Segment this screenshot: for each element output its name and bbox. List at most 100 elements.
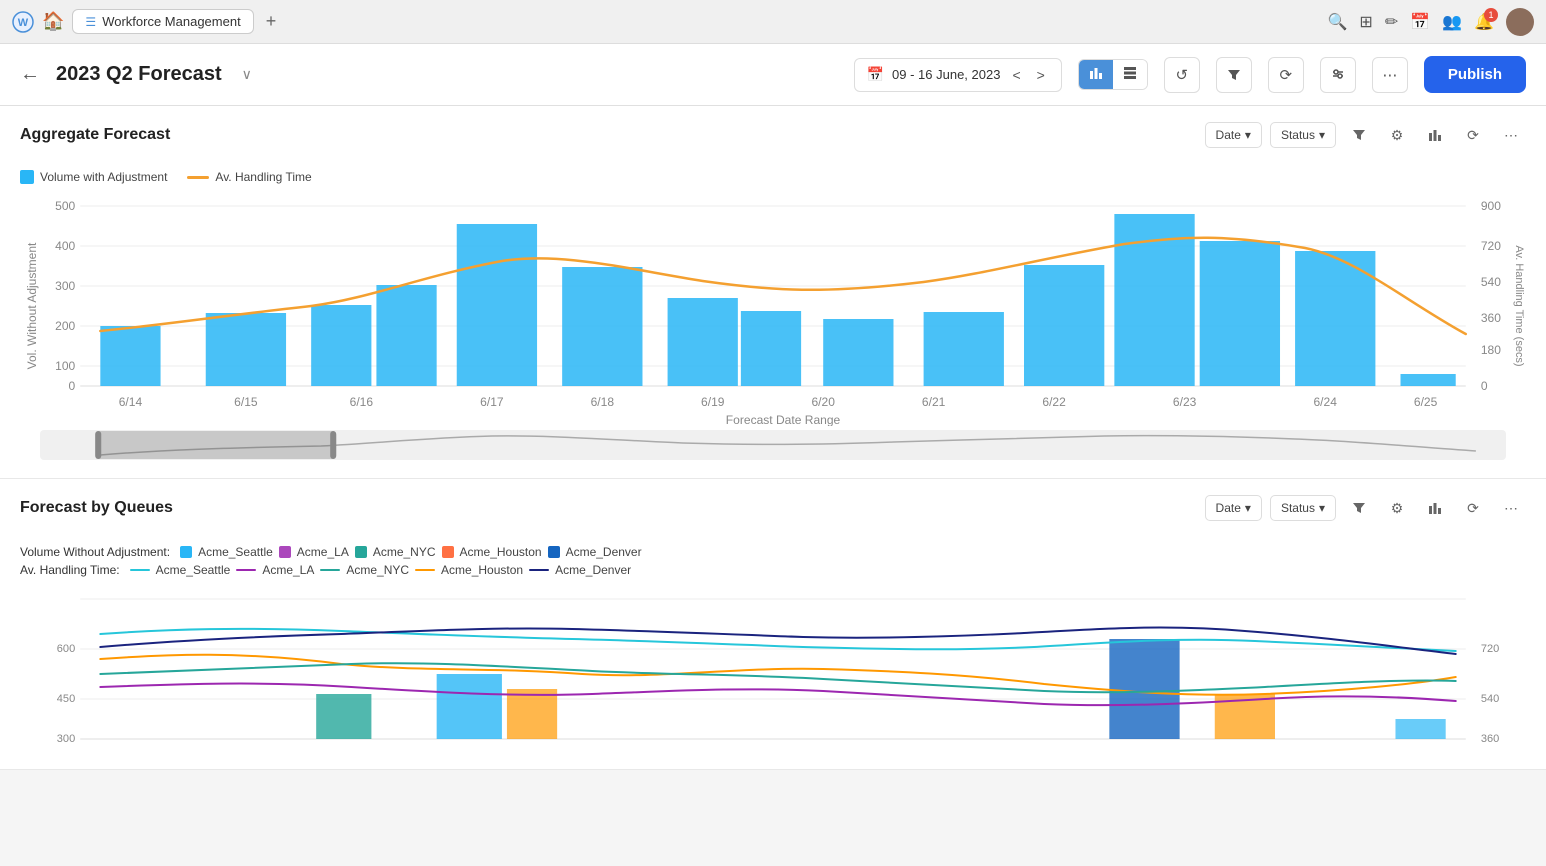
home-icon[interactable]: 🏠 [42, 11, 64, 32]
queue-legend: Volume Without Adjustment: Acme_Seattle … [0, 537, 1546, 579]
status-filter-chevron: ▾ [1319, 128, 1325, 142]
notification-icon[interactable]: 🔔 1 [1474, 12, 1494, 32]
svg-text:W: W [18, 17, 29, 29]
queues-date-filter[interactable]: Date ▾ [1205, 495, 1262, 521]
date-range-picker[interactable]: 📅 09 - 16 June, 2023 < > [854, 58, 1062, 92]
aggregate-chart-icon[interactable] [1420, 120, 1450, 150]
nyc-handling-label: Acme_NYC [346, 563, 409, 577]
svg-text:6/14: 6/14 [119, 395, 143, 409]
legend-handling-line [187, 176, 209, 179]
svg-text:6/15: 6/15 [234, 395, 258, 409]
svg-text:400: 400 [55, 239, 75, 253]
houston-handling-line [415, 569, 435, 571]
svg-text:0: 0 [1481, 379, 1488, 393]
aggregate-svg: 0 100 200 300 400 500 0 180 360 540 720 … [20, 186, 1526, 426]
queues-status-label: Status [1281, 501, 1315, 515]
svg-text:6/24: 6/24 [1313, 395, 1337, 409]
svg-text:6/21: 6/21 [922, 395, 946, 409]
undo-button[interactable]: ↺ [1164, 57, 1200, 93]
svg-text:6/20: 6/20 [811, 395, 835, 409]
queues-status-filter[interactable]: Status ▾ [1270, 495, 1336, 521]
queues-date-chevron: ▾ [1245, 501, 1251, 515]
svg-text:6/16: 6/16 [350, 395, 374, 409]
legend-volume: Volume with Adjustment [20, 170, 167, 184]
seattle-volume-dot [180, 546, 192, 558]
calendar-icon[interactable]: 📅 [1410, 12, 1430, 32]
queues-more-icon[interactable]: ⋯ [1496, 493, 1526, 523]
date-next-button[interactable]: > [1033, 65, 1049, 85]
svg-text:6/19: 6/19 [701, 395, 725, 409]
queues-settings-icon[interactable]: ⚙ [1382, 493, 1412, 523]
svg-text:720: 720 [1481, 239, 1501, 253]
queues-chart-icon[interactable] [1420, 493, 1450, 523]
view-toggle [1078, 59, 1148, 90]
bar-view-button[interactable] [1079, 60, 1113, 89]
aggregate-settings-icon[interactable]: ⚙ [1382, 120, 1412, 150]
denver-volume-dot [548, 546, 560, 558]
browser-tab[interactable]: ☰ Workforce Management [72, 9, 253, 34]
queue-volume-label: Volume Without Adjustment: [20, 545, 170, 559]
back-button[interactable]: ← [20, 63, 40, 86]
edit-icon[interactable]: ✏ [1385, 12, 1398, 32]
legend-volume-label: Volume with Adjustment [40, 170, 167, 184]
la-volume-label: Acme_LA [297, 545, 349, 559]
svg-text:Av. Handling Time (secs): Av. Handling Time (secs) [1513, 245, 1525, 366]
title-chevron[interactable]: ∨ [242, 66, 252, 83]
table-view-button[interactable] [1113, 60, 1147, 89]
aggregate-date-filter[interactable]: Date ▾ [1205, 122, 1262, 148]
publish-button[interactable]: Publish [1424, 56, 1526, 93]
svg-text:720: 720 [1481, 643, 1499, 655]
nyc-handling-line [320, 569, 340, 571]
aggregate-filter-icon[interactable] [1344, 120, 1374, 150]
aggregate-refresh-icon[interactable]: ⟳ [1458, 120, 1488, 150]
search-icon[interactable]: 🔍 [1328, 12, 1348, 32]
avatar[interactable] [1506, 8, 1534, 36]
queues-title: Forecast by Queues [20, 499, 173, 517]
date-range-icon: 📅 [867, 66, 884, 83]
apps-icon[interactable]: ⊞ [1359, 12, 1372, 32]
svg-text:600: 600 [57, 643, 75, 655]
refresh-button[interactable]: ⟳ [1268, 57, 1304, 93]
date-prev-button[interactable]: < [1008, 65, 1024, 85]
adjust-button[interactable] [1320, 57, 1356, 93]
svg-text:0: 0 [69, 379, 76, 393]
legend-handling: Av. Handling Time [187, 170, 311, 184]
aggregate-forecast-section: Aggregate Forecast Date ▾ Status ▾ ⚙ ⟳ ⋯… [0, 106, 1546, 479]
tab-icon: ☰ [85, 15, 96, 29]
add-tab-button[interactable]: + [266, 11, 277, 32]
filter-button[interactable] [1216, 57, 1252, 93]
aggregate-chart: 0 100 200 300 400 500 0 180 360 540 720 … [20, 186, 1526, 426]
houston-volume-label: Acme_Houston [460, 545, 542, 559]
users-icon[interactable]: 👥 [1442, 12, 1462, 32]
queues-date-label: Date [1216, 501, 1241, 515]
svg-text:500: 500 [55, 199, 75, 213]
denver-handling-line [529, 569, 549, 571]
aggregate-status-filter[interactable]: Status ▾ [1270, 122, 1336, 148]
seattle-volume-label: Acme_Seattle [198, 545, 273, 559]
aggregate-minimap[interactable] [20, 426, 1526, 468]
date-filter-label: Date [1216, 128, 1241, 142]
svg-text:180: 180 [1481, 343, 1501, 357]
queues-chart: 300 450 600 360 540 720 [20, 579, 1526, 769]
la-handling-line [236, 569, 256, 571]
svg-text:Forecast Date Range: Forecast Date Range [726, 413, 841, 426]
svg-text:300: 300 [55, 279, 75, 293]
more-options-button[interactable]: ⋯ [1372, 57, 1408, 93]
notification-badge: 1 [1484, 8, 1498, 22]
queues-svg: 300 450 600 360 540 720 [20, 579, 1526, 769]
svg-text:6/17: 6/17 [480, 395, 504, 409]
queues-refresh-icon[interactable]: ⟳ [1458, 493, 1488, 523]
queues-filter-icon[interactable] [1344, 493, 1374, 523]
browser-logo: W [12, 11, 34, 33]
la-volume-dot [279, 546, 291, 558]
svg-text:540: 540 [1481, 693, 1499, 705]
queues-section: Forecast by Queues Date ▾ Status ▾ ⚙ ⟳ ⋯… [0, 479, 1546, 770]
tab-label: Workforce Management [102, 14, 241, 29]
nyc-volume-label: Acme_NYC [373, 545, 436, 559]
aggregate-more-icon[interactable]: ⋯ [1496, 120, 1526, 150]
svg-text:300: 300 [57, 733, 75, 745]
queue-handling-label: Av. Handling Time: [20, 563, 120, 577]
queue-handling-legend-row: Av. Handling Time: Acme_Seattle Acme_LA … [20, 563, 1526, 577]
queues-header: Forecast by Queues Date ▾ Status ▾ ⚙ ⟳ ⋯ [0, 479, 1546, 537]
denver-handling-label: Acme_Denver [555, 563, 631, 577]
